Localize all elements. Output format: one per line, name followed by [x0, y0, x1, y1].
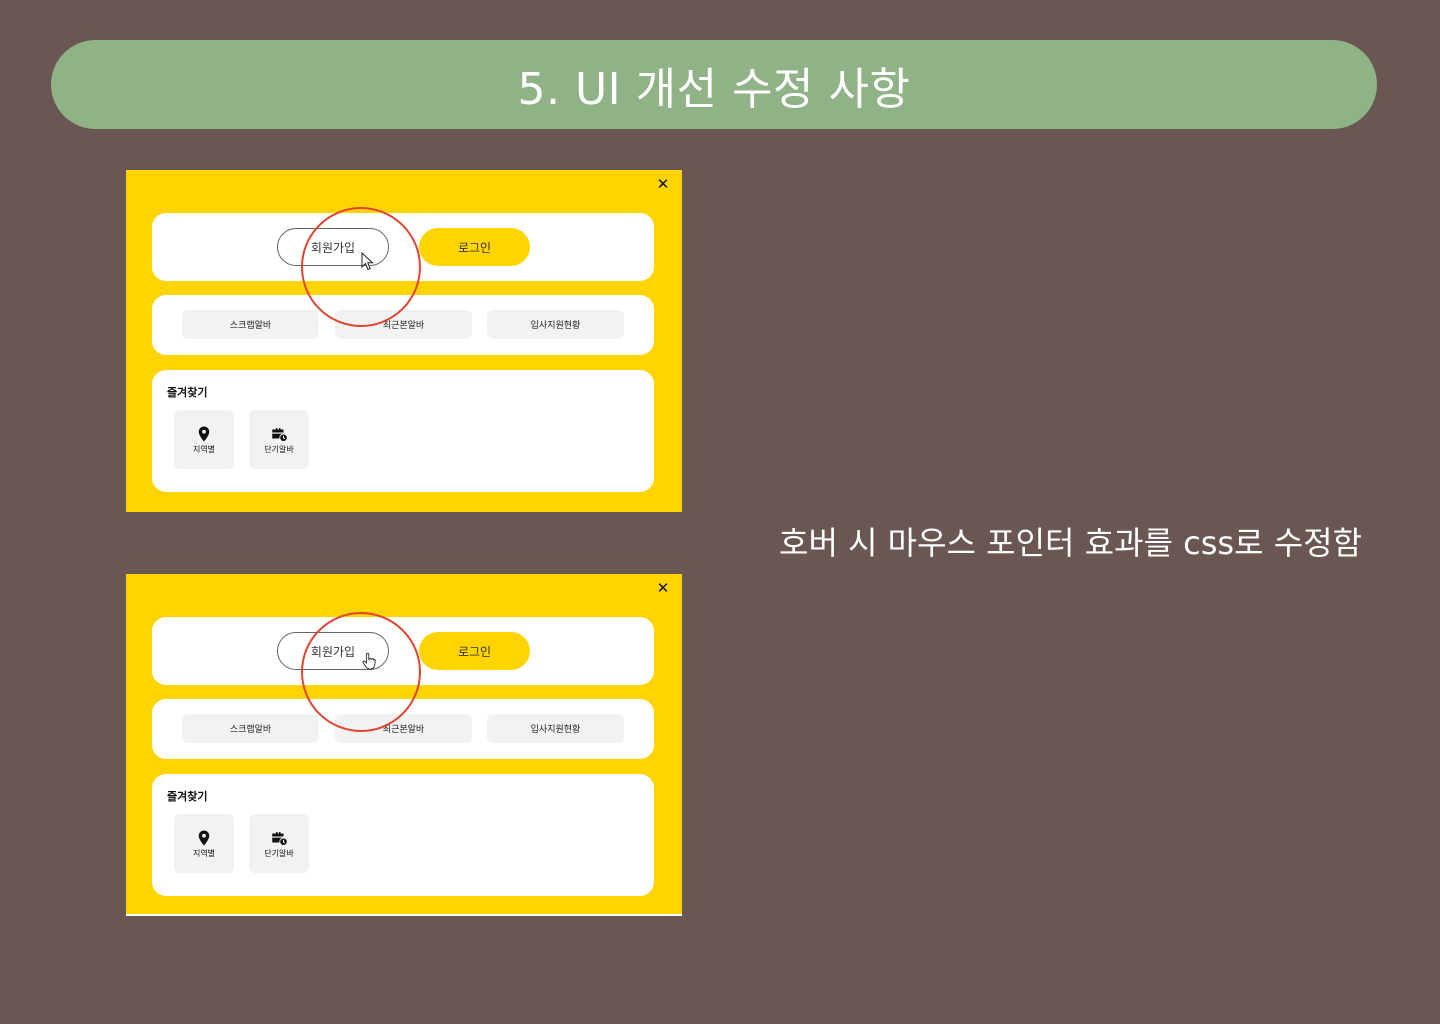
briefcase-clock-icon	[272, 831, 288, 846]
favorite-short-term[interactable]: 단기알바	[249, 814, 309, 873]
section-header: 5. UI 개선 수정 사항	[51, 40, 1377, 129]
favorite-by-region[interactable]: 지역별	[174, 814, 234, 873]
application-status-button[interactable]: 입사지원현황	[487, 310, 624, 339]
favorite-label: 지역별	[192, 848, 216, 858]
favorite-label: 지역별	[192, 444, 216, 454]
close-icon[interactable]: ✕	[656, 175, 670, 193]
highlight-circle	[301, 612, 421, 732]
section-title: 5. UI 개선 수정 사항	[517, 63, 911, 115]
favorite-short-term[interactable]: 단기알바	[249, 410, 309, 469]
login-button[interactable]: 로그인	[419, 632, 530, 670]
application-status-button[interactable]: 입사지원현황	[487, 714, 624, 743]
scrap-jobs-button[interactable]: 스크랩알바	[182, 714, 319, 743]
close-icon[interactable]: ✕	[656, 579, 670, 597]
favorite-label: 단기알바	[264, 848, 294, 858]
favorites-card: 즐겨찾기 지역별 단기알바	[152, 774, 654, 896]
favorites-title: 즐겨찾기	[167, 386, 208, 399]
hand-pointer-cursor-icon	[362, 652, 376, 670]
favorite-label: 단기알바	[264, 444, 294, 454]
arrow-cursor-icon	[361, 252, 374, 271]
favorite-by-region[interactable]: 지역별	[174, 410, 234, 469]
login-button[interactable]: 로그인	[419, 228, 530, 266]
favorites-title: 즐겨찾기	[167, 790, 208, 803]
caption-text: 호버 시 마우스 포인터 효과를 css로 수정함	[779, 524, 1363, 562]
location-pin-icon	[198, 426, 210, 441]
screenshot-after: ✕ 회원가입 로그인 스크랩알바 최근본알바 입사지원현황 즐겨찾기 지역별 단…	[126, 574, 682, 916]
screenshot-before: ✕ 회원가입 로그인 스크랩알바 최근본알바 입사지원현황 즐겨찾기 지역별 단…	[126, 170, 682, 512]
briefcase-clock-icon	[272, 427, 288, 442]
location-pin-icon	[198, 830, 210, 845]
divider	[126, 914, 682, 916]
scrap-jobs-button[interactable]: 스크랩알바	[182, 310, 319, 339]
favorites-card: 즐겨찾기 지역별 단기알바	[152, 370, 654, 492]
